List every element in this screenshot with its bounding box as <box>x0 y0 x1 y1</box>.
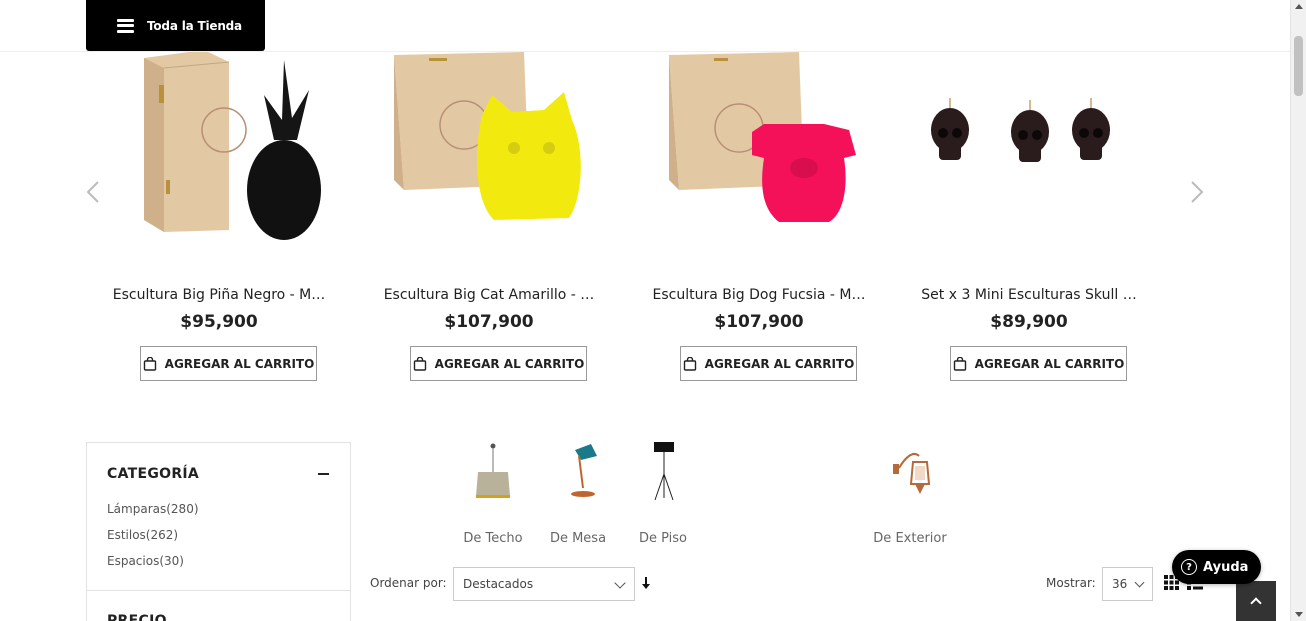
product-image-pineapple-candle[interactable] <box>104 40 334 265</box>
product-card: Escultura Big Piña Negro - M… $95,900 AG… <box>94 40 344 385</box>
subcategory-label: De Mesa <box>549 531 607 546</box>
chevron-right-icon <box>1191 181 1204 203</box>
help-button[interactable]: ? Ayuda <box>1172 550 1261 584</box>
collapse-minus-icon[interactable] <box>318 473 329 475</box>
price-filter-title[interactable]: PRECIO <box>107 613 167 621</box>
product-price: $89,900 <box>990 312 1068 332</box>
add-to-cart-label: AGREGAR AL CARRITO <box>164 356 315 371</box>
sort-label: Ordenar por: <box>370 576 447 590</box>
add-to-cart-button[interactable]: AGREGAR AL CARRITO <box>950 346 1127 381</box>
product-price: $95,900 <box>180 312 258 332</box>
add-to-cart-label: AGREGAR AL CARRITO <box>434 356 585 371</box>
add-to-cart-label: AGREGAR AL CARRITO <box>704 356 855 371</box>
sidebar-divider <box>87 590 350 591</box>
filter-sidebar: CATEGORÍA Lámparas(280) Estilos(262) Esp… <box>86 442 351 621</box>
show-count-label: Mostrar: <box>1046 576 1096 590</box>
product-name[interactable]: Escultura Big Piña Negro - M… <box>94 287 344 303</box>
chevron-down-icon <box>1134 577 1145 588</box>
subcategory-label: De Exterior <box>873 531 947 546</box>
product-image-dog-candle[interactable] <box>644 40 874 265</box>
show-count-value: 36 <box>1112 577 1128 591</box>
subcategory-de-exterior[interactable]: De Exterior <box>865 438 955 558</box>
category-filter-title[interactable]: CATEGORÍA <box>107 466 199 482</box>
product-card: Escultura Big Dog Fucsia - M… $107,900 A… <box>634 40 884 385</box>
chevron-down-icon <box>614 577 626 589</box>
add-to-cart-button[interactable]: AGREGAR AL CARRITO <box>140 346 317 381</box>
wall-lantern-icon <box>893 452 931 494</box>
subcategory-de-mesa[interactable]: De Mesa <box>533 438 623 558</box>
carousel-next-button[interactable] <box>1190 180 1204 204</box>
product-name[interactable]: Set x 3 Mini Esculturas Skull … <box>904 287 1154 303</box>
chevron-up-icon <box>1250 597 1262 609</box>
add-to-cart-button[interactable]: AGREGAR AL CARRITO <box>410 346 587 381</box>
shopping-bag-icon <box>683 356 696 371</box>
subcategory-label: De Techo <box>463 531 523 546</box>
category-link-estilos[interactable]: Estilos(262) <box>107 528 178 542</box>
shopping-bag-icon <box>413 356 426 371</box>
product-card: Escultura Big Cat Amarillo - … $107,900 … <box>364 40 614 385</box>
sort-select[interactable]: Destacados <box>453 567 635 601</box>
add-to-cart-button[interactable]: AGREGAR AL CARRITO <box>680 346 857 381</box>
question-icon: ? <box>1181 559 1197 575</box>
product-card: Set x 3 Mini Esculturas Skull … $89,900 … <box>904 40 1154 385</box>
show-count-select[interactable]: 36 <box>1102 567 1153 601</box>
floor-lamp-icon <box>654 442 674 501</box>
sort-direction-arrow-icon[interactable] <box>641 576 651 590</box>
product-price: $107,900 <box>444 312 534 332</box>
product-image-cat-candle[interactable] <box>374 40 604 265</box>
category-link-espacios[interactable]: Espacios(30) <box>107 554 184 568</box>
back-to-top-button[interactable] <box>1236 581 1276 621</box>
subcategory-label: De Piso <box>638 531 688 546</box>
desk-lamp-icon <box>571 444 597 497</box>
product-price: $107,900 <box>714 312 804 332</box>
scroll-down-arrow-icon[interactable] <box>1295 612 1303 617</box>
shopping-bag-icon <box>953 356 966 371</box>
hamburger-icon <box>117 18 134 33</box>
scrollbar-thumb[interactable] <box>1294 36 1303 96</box>
subcategory-de-techo[interactable]: De Techo <box>448 438 538 558</box>
product-image-skull-candles[interactable] <box>914 40 1144 265</box>
shopping-bag-icon <box>143 356 156 371</box>
help-label: Ayuda <box>1203 559 1249 575</box>
product-name[interactable]: Escultura Big Dog Fucsia - M… <box>634 287 884 303</box>
all-store-menu-label: Toda la Tienda <box>147 18 242 33</box>
subcategory-de-piso[interactable]: De Piso <box>618 438 708 558</box>
product-name[interactable]: Escultura Big Cat Amarillo - … <box>364 287 614 303</box>
scroll-up-arrow-icon[interactable] <box>1295 4 1303 9</box>
pendant-lamp-icon <box>476 443 510 498</box>
top-bar: Toda la Tienda <box>0 0 1290 52</box>
page-scrollbar[interactable] <box>1290 0 1306 621</box>
category-link-lamparas[interactable]: Lámparas(280) <box>107 502 199 516</box>
sort-select-value: Destacados <box>463 577 534 591</box>
add-to-cart-label: AGREGAR AL CARRITO <box>974 356 1125 371</box>
all-store-menu-button[interactable]: Toda la Tienda <box>86 0 265 51</box>
